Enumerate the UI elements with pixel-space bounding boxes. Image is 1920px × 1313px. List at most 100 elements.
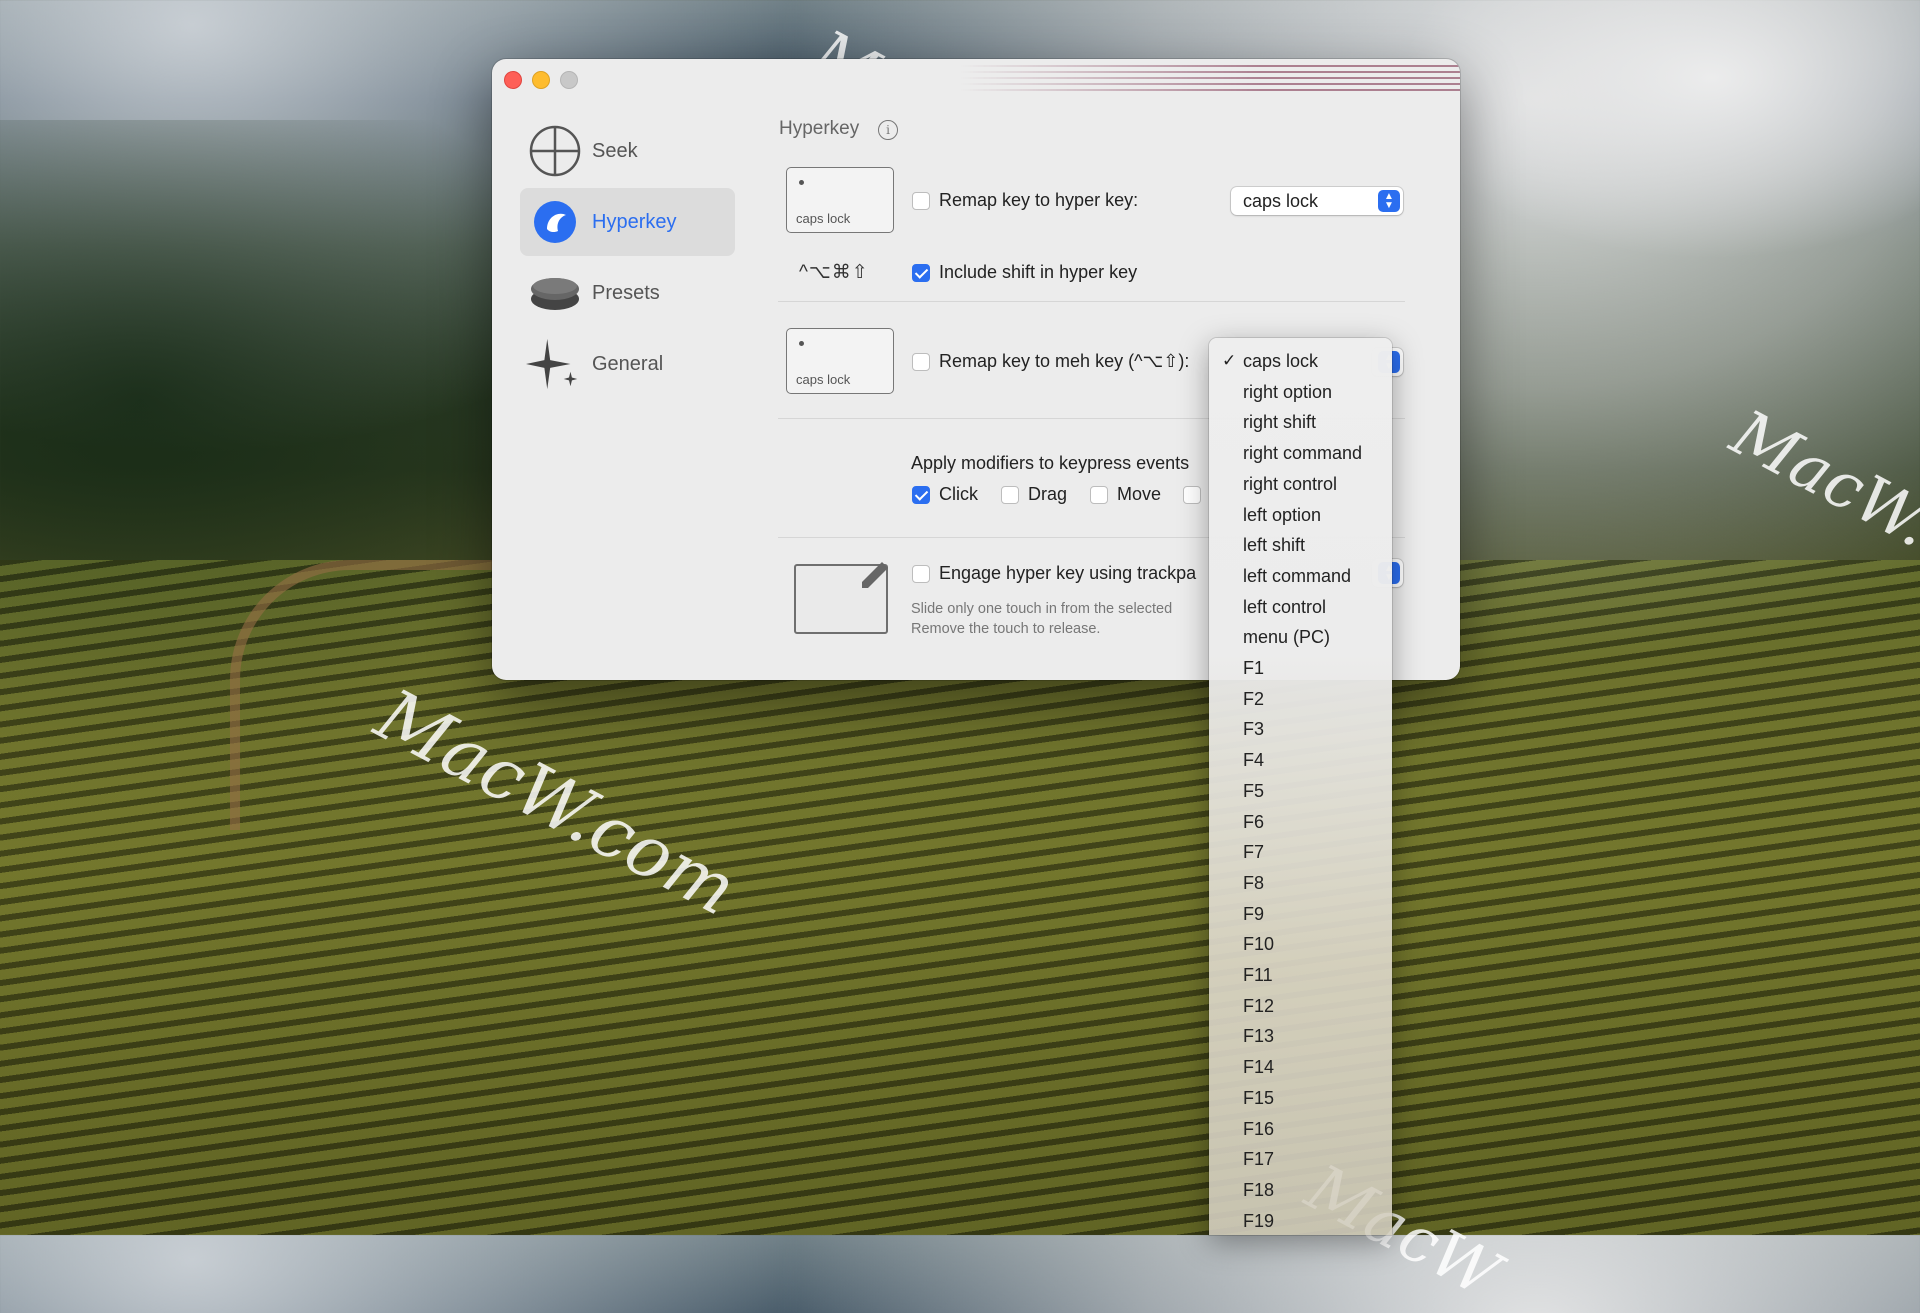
trackpad-label: Engage hyper key using trackpa: [939, 563, 1197, 583]
trackpad-checkbox[interactable]: [912, 565, 930, 583]
trackpad-help-line2: Remove the touch to release.: [911, 621, 1101, 637]
menu-item[interactable]: right shift: [1209, 408, 1392, 438]
info-icon[interactable]: i: [878, 120, 898, 140]
menu-item[interactable]: F9: [1209, 900, 1392, 930]
menu-item[interactable]: ✓ caps lock: [1209, 347, 1392, 377]
menu-item[interactable]: F6: [1209, 808, 1392, 838]
menu-item-label: F1: [1243, 658, 1265, 678]
menu-item[interactable]: menu (PC): [1209, 623, 1392, 653]
menu-item-label: left option: [1243, 504, 1322, 525]
checkmark-icon: ✓: [1222, 351, 1237, 370]
sidebar-item-hyperkey[interactable]: Hyperkey: [520, 188, 735, 256]
scroll-checkbox[interactable]: [1183, 486, 1201, 504]
menu-item-label: F13: [1243, 1026, 1275, 1047]
hyperkey-icon: [526, 193, 584, 251]
menu-item[interactable]: left command: [1209, 562, 1392, 592]
sidebar-item-general[interactable]: General: [520, 330, 735, 398]
menu-item-label: caps lock: [1243, 351, 1319, 371]
menu-item-label: F8: [1243, 872, 1265, 893]
menu-item-label: F10: [1243, 934, 1275, 955]
include-shift-checkbox[interactable]: [912, 264, 930, 282]
menu-item[interactable]: F8: [1209, 869, 1392, 899]
menu-item-label: left control: [1243, 596, 1327, 617]
move-label: Move: [1117, 484, 1162, 504]
menu-item[interactable]: right option: [1209, 378, 1392, 408]
menu-item[interactable]: F17: [1209, 1145, 1392, 1175]
menu-item-label: F9: [1243, 903, 1265, 924]
menu-item[interactable]: F1: [1209, 654, 1392, 684]
move-checkbox[interactable]: [1090, 486, 1108, 504]
menu-item[interactable]: F2: [1209, 685, 1392, 715]
menu-item[interactable]: F12: [1209, 992, 1392, 1022]
menu-item-label: right shift: [1243, 412, 1317, 433]
menu-item[interactable]: right command: [1209, 439, 1392, 469]
menu-item-label: F18: [1243, 1179, 1275, 1200]
pencil-icon: [862, 562, 888, 588]
presets-icon: [526, 264, 584, 322]
menu-item-label: F7: [1243, 842, 1265, 863]
meh-keycap: caps lock: [786, 328, 894, 394]
click-checkbox[interactable]: [912, 486, 930, 504]
menu-item-label: right command: [1243, 443, 1363, 464]
titlebar-decoration: [960, 61, 1460, 91]
menu-item[interactable]: F3: [1209, 715, 1392, 745]
menu-item[interactable]: left option: [1209, 501, 1392, 531]
menu-item-label: left shift: [1243, 535, 1306, 556]
hyper-keycap: caps lock: [786, 167, 894, 233]
crosshair-icon: [526, 122, 584, 180]
remap-meh-label: Remap key to meh key (^⌥⇧):: [939, 351, 1190, 371]
remap-hyper-checkbox[interactable]: [912, 192, 930, 210]
keycap-dot: [799, 341, 804, 346]
minimize-button[interactable]: [532, 71, 550, 89]
menu-item[interactable]: F15: [1209, 1084, 1392, 1114]
chevron-updown-icon: ▲▼: [1378, 190, 1400, 212]
section-title: Hyperkey: [779, 118, 860, 139]
menu-item[interactable]: F4: [1209, 746, 1392, 776]
hyper-key-select[interactable]: caps lock ▲ ▼: [1231, 187, 1403, 215]
menu-item-label: F6: [1243, 811, 1265, 832]
keycap-label: caps lock: [796, 211, 851, 226]
click-label: Click: [939, 484, 978, 504]
menu-item[interactable]: right control: [1209, 470, 1392, 500]
menu-item[interactable]: F19: [1209, 1207, 1392, 1237]
keycap-label: caps lock: [796, 372, 851, 387]
menu-item[interactable]: F13: [1209, 1022, 1392, 1052]
drag-checkbox[interactable]: [1001, 486, 1019, 504]
key-dropdown-menu: ✓ caps lock right option right shift right c…: [1209, 338, 1392, 1235]
menu-item-label: F11: [1243, 965, 1273, 985]
close-button[interactable]: [504, 71, 522, 89]
drag-label: Drag: [1028, 484, 1068, 504]
zoom-button[interactable]: [560, 71, 578, 89]
menu-item[interactable]: F10: [1209, 930, 1392, 960]
modifiers-title: Apply modifiers to keypress events: [911, 453, 1190, 473]
hyper-key-select-value: caps lock: [1243, 191, 1319, 211]
sidebar-item-label: Hyperkey: [592, 210, 677, 233]
include-shift-label: Include shift in hyper key: [939, 262, 1138, 282]
sidebar-item-seek[interactable]: Seek: [520, 117, 735, 185]
menu-item[interactable]: left shift: [1209, 531, 1392, 561]
sidebar-item-label: Presets: [592, 281, 660, 304]
menu-item[interactable]: F7: [1209, 838, 1392, 868]
menu-item-label: F12: [1243, 995, 1275, 1016]
menu-item[interactable]: F11: [1209, 961, 1392, 991]
sparkle-icon: [526, 335, 584, 393]
menu-item[interactable]: F14: [1209, 1053, 1392, 1083]
wallpaper-cloud: [1400, 0, 1920, 260]
menu-item[interactable]: F5: [1209, 777, 1392, 807]
menu-item-label: F14: [1243, 1057, 1275, 1078]
remap-hyper-label: Remap key to hyper key:: [939, 190, 1139, 210]
menu-item-label: left command: [1243, 565, 1352, 586]
menu-item-label: F15: [1243, 1087, 1275, 1108]
keycap-dot: [799, 180, 804, 185]
remap-meh-checkbox[interactable]: [912, 353, 930, 371]
menu-item[interactable]: F16: [1209, 1115, 1392, 1145]
trackpad-help-line1: Slide only one touch in from the selecte…: [911, 601, 1173, 617]
sidebar-item-label: General: [592, 352, 664, 375]
sidebar-item-presets[interactable]: Presets: [520, 259, 735, 327]
menu-item-label: F4: [1243, 750, 1265, 771]
menu-item[interactable]: F18: [1209, 1176, 1392, 1206]
menu-item-label: F3: [1243, 719, 1265, 740]
menu-item[interactable]: left control: [1209, 593, 1392, 623]
modifier-symbols: ^⌥⌘⇧: [799, 262, 869, 283]
sidebar-item-label: Seek: [592, 139, 638, 162]
